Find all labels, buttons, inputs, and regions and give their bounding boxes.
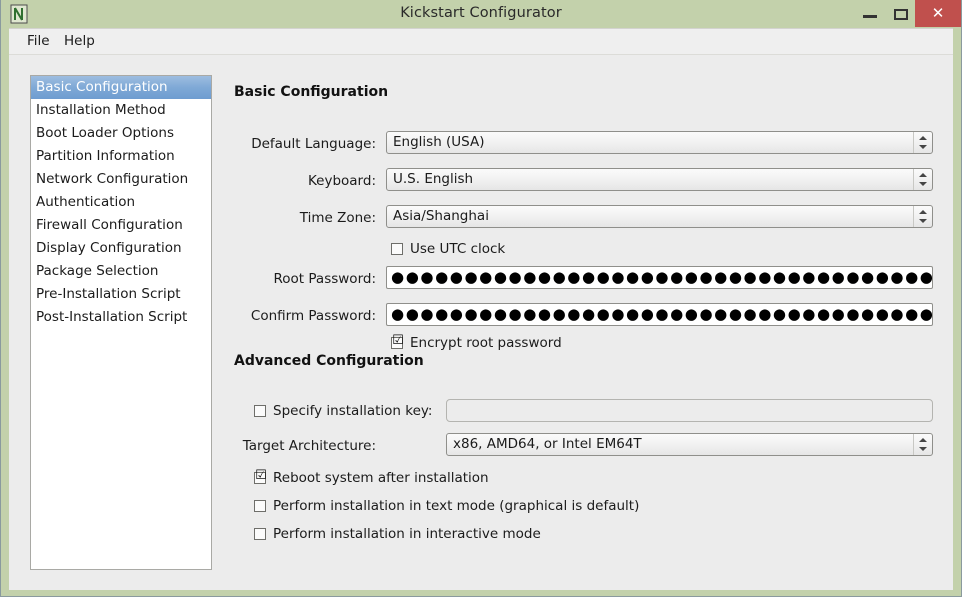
sidebar-item-installation-method[interactable]: Installation Method [31,99,211,122]
target-architecture-value: x86, AMD64, or Intel EM64T [453,436,642,452]
target-architecture-combobox[interactable]: x86, AMD64, or Intel EM64T [446,433,933,456]
time-zone-label: Time Zone: [299,210,376,226]
minimize-button[interactable] [854,0,886,27]
check-mark [255,402,267,416]
keyboard-combobox[interactable]: U.S. English [386,168,933,191]
root-password-input[interactable]: ●●●●●●●●●●●●●●●●●●●●●●●●●●●●●●●●●●●●●●●●… [386,266,933,289]
text-mode-label: Perform installation in text mode (graph… [273,498,640,514]
specify-installation-key-label: Specify installation key: [273,403,433,419]
default-language-combobox[interactable]: English (USA) [386,131,933,154]
time-zone-combobox[interactable]: Asia/Shanghai [386,205,933,228]
check-mark [255,497,267,511]
window-title: Kickstart Configurator [400,5,562,21]
keyboard-label: Keyboard: [307,173,376,189]
target-architecture-label: Target Architecture: [242,438,376,454]
client-area: File Help Basic Configuration Installati… [9,28,953,590]
chevron-updown-icon[interactable] [913,169,932,190]
sidebar-item-display-configuration[interactable]: Display Configuration [31,237,211,260]
reboot-after-installation-label: Reboot system after installation [273,470,489,486]
default-language-value: English (USA) [393,134,485,150]
menu-item-help[interactable]: Help [57,29,102,55]
check-mark [255,525,267,539]
check-mark: ☑ [392,333,404,348]
keyboard-value: U.S. English [393,171,474,187]
installation-key-input [446,399,933,422]
use-utc-clock-label: Use UTC clock [410,241,506,257]
menu-bar: File Help [9,29,953,55]
checkbox-icon [254,528,266,540]
menu-item-file[interactable]: File [20,29,57,55]
sidebar-item-basic-configuration[interactable]: Basic Configuration [31,76,211,99]
maximize-icon [894,9,908,20]
interactive-mode-label: Perform installation in interactive mode [273,526,541,542]
close-icon: ✕ [931,4,945,22]
application-window: Kickstart Configurator ✕ File Help Basic… [0,0,962,597]
close-button[interactable]: ✕ [915,0,961,27]
default-language-label: Default Language: [251,136,376,152]
basic-configuration-heading: Basic Configuration [234,84,389,100]
title-bar: Kickstart Configurator ✕ [1,0,961,28]
chevron-updown-icon[interactable] [913,132,932,153]
checkbox-icon [254,500,266,512]
chevron-updown-icon[interactable] [913,206,932,227]
checkbox-icon: ☑ [254,468,267,484]
settings-panel: Basic Configuration Default Language: En… [212,75,942,570]
encrypt-root-password-label: Encrypt root password [410,335,562,351]
time-zone-value: Asia/Shanghai [393,208,489,224]
confirm-password-value: ●●●●●●●●●●●●●●●●●●●●●●●●●●●●●●●●●●●●●●●●… [391,305,932,323]
minimize-icon [863,15,877,18]
chevron-updown-icon[interactable] [913,434,932,455]
maximize-button[interactable] [886,0,916,27]
check-mark [392,240,404,254]
confirm-password-label: Confirm Password: [250,308,376,324]
root-password-label: Root Password: [273,271,376,287]
advanced-configuration-heading: Advanced Configuration [234,353,424,369]
checkbox-icon: ☑ [391,333,404,349]
check-mark: ☑ [255,468,267,483]
confirm-password-input[interactable]: ●●●●●●●●●●●●●●●●●●●●●●●●●●●●●●●●●●●●●●●●… [386,303,933,326]
checkbox-icon [391,243,403,255]
checkbox-icon [254,405,266,417]
root-password-value: ●●●●●●●●●●●●●●●●●●●●●●●●●●●●●●●●●●●●●●●●… [391,268,932,286]
